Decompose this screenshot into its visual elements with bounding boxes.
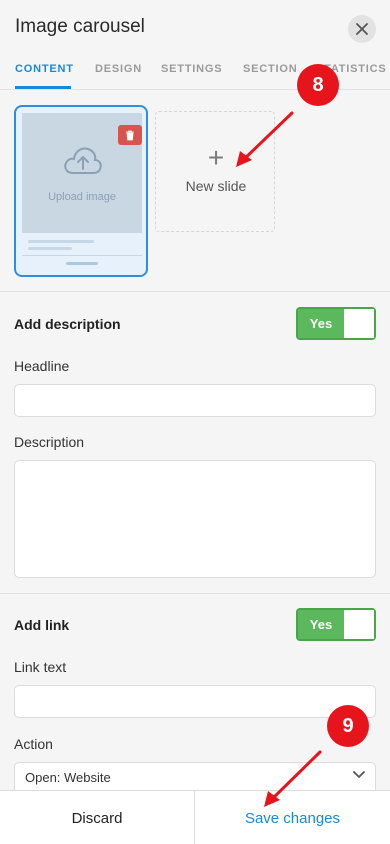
tab-design[interactable]: DESIGN [95, 63, 142, 75]
section-divider [0, 593, 390, 594]
new-slide-label: New slide [185, 178, 247, 194]
description-label: Description [14, 434, 85, 450]
delete-slide-button[interactable] [118, 125, 142, 145]
panel-title: Image carousel [15, 16, 145, 37]
tab-section[interactable]: SECTION [243, 63, 298, 75]
close-button[interactable] [348, 15, 376, 43]
link-text-label: Link text [14, 659, 67, 675]
toggle-knob [344, 309, 374, 338]
action-select-value: Open: Website [25, 770, 111, 785]
add-description-toggle[interactable]: Yes [296, 307, 376, 340]
plus-icon: + [207, 142, 225, 173]
slide-headline-placeholder [28, 240, 94, 243]
tab-settings[interactable]: SETTINGS [161, 63, 222, 75]
add-link-toggle[interactable]: Yes [296, 608, 376, 641]
trash-icon [126, 130, 134, 140]
footer-bar: Discard Save changes [0, 790, 390, 844]
discard-button[interactable]: Discard [0, 791, 194, 844]
add-link-heading: Add link [14, 617, 70, 633]
action-label: Action [14, 736, 53, 752]
toggle-yes-label: Yes [298, 610, 344, 639]
new-slide-button[interactable]: + New slide [155, 111, 275, 232]
slide-card[interactable]: Upload image [14, 105, 148, 277]
toggle-knob [344, 610, 374, 639]
slide-link-placeholder [66, 262, 98, 265]
add-description-heading: Add description [14, 316, 121, 332]
headline-input[interactable] [14, 384, 376, 417]
slides-area: Upload image + New slide [0, 91, 390, 292]
slide-divider [22, 255, 142, 256]
cloud-upload-icon [64, 147, 102, 174]
link-text-input[interactable] [14, 685, 376, 718]
close-icon [356, 23, 368, 35]
upload-image-label: Upload image [48, 191, 116, 203]
annotation-badge-9: 9 [327, 705, 369, 747]
toggle-yes-label: Yes [298, 309, 344, 338]
chevron-down-icon [353, 771, 365, 778]
annotation-badge-8: 8 [297, 64, 339, 106]
action-select[interactable]: Open: Website [14, 762, 376, 792]
tab-content[interactable]: CONTENT [15, 63, 74, 75]
slide-description-placeholder [28, 247, 72, 250]
slide-image-placeholder[interactable]: Upload image [22, 113, 142, 233]
description-textarea[interactable] [14, 460, 376, 578]
headline-label: Headline [14, 358, 70, 374]
active-tab-indicator [15, 86, 71, 89]
save-changes-button[interactable]: Save changes [195, 791, 390, 844]
panel-header: Image carousel [0, 0, 390, 56]
